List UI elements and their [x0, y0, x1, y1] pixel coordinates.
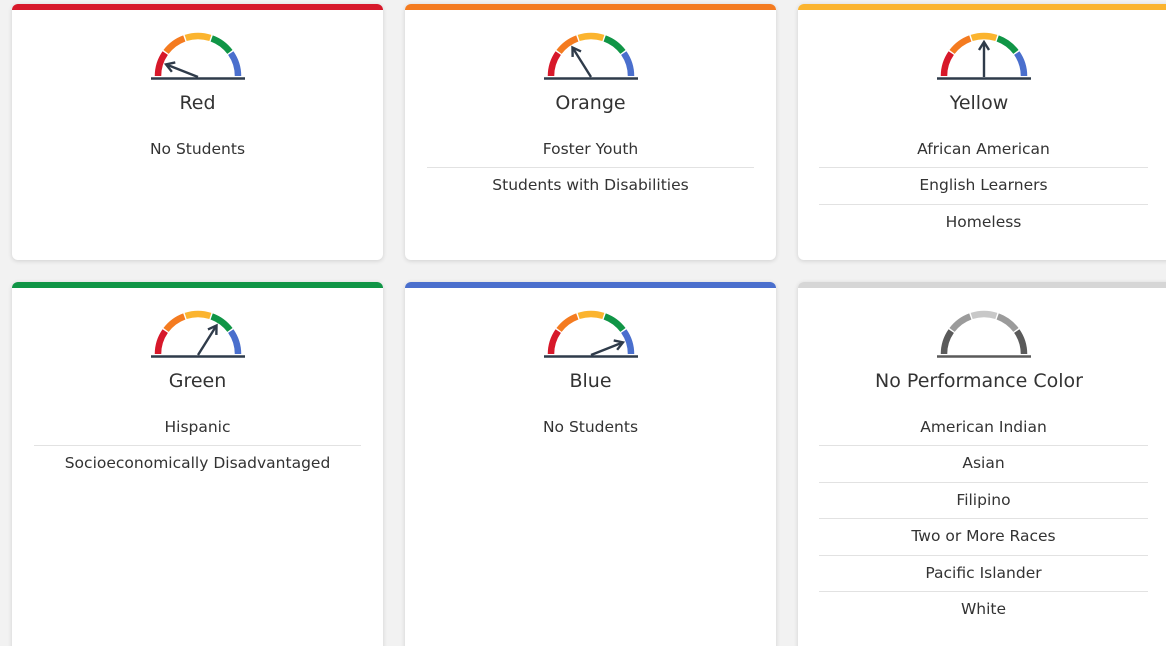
gauge-gray-icon: [934, 304, 1034, 360]
card-title: Blue: [569, 370, 612, 392]
card-red: Red No Students: [12, 4, 383, 260]
list-item: No Students: [542, 418, 639, 436]
list-item: Pacific Islander: [819, 556, 1148, 592]
list-item: Homeless: [945, 212, 1022, 231]
gauge-needle-blue-icon: [541, 304, 641, 360]
card-blue: Blue No Students: [405, 282, 776, 646]
list-item: Filipino: [819, 483, 1148, 520]
list-item: Two or More Races: [819, 519, 1148, 556]
list-item: Hispanic: [34, 410, 361, 447]
card-color-bar: [405, 4, 776, 10]
performance-color-grid: Red No Students Orange Foster Youth Stud…: [0, 0, 1166, 646]
gauge-needle-green-icon: [148, 304, 248, 360]
list-item: American Indian: [819, 410, 1148, 447]
card-color-bar: [12, 4, 383, 10]
list-item: English Learners: [819, 168, 1148, 205]
student-group-list: African American English Learners Homele…: [819, 132, 1148, 241]
list-item: Students with Disabilities: [492, 176, 689, 195]
card-title: Yellow: [949, 92, 1009, 114]
list-item: Socioeconomically Disadvantaged: [64, 454, 331, 473]
card-green: Green Hispanic Socioeconomically Disadva…: [12, 282, 383, 646]
card-title: Green: [168, 370, 227, 392]
card-color-bar: [798, 4, 1166, 10]
card-title: Red: [179, 92, 216, 114]
student-group-list: No Students: [34, 132, 361, 168]
card-color-bar: [12, 282, 383, 288]
card-orange: Orange Foster Youth Students with Disabi…: [405, 4, 776, 260]
card-color-bar: [405, 282, 776, 288]
gauge-needle-orange-icon: [541, 26, 641, 82]
list-item: Asian: [819, 446, 1148, 483]
gauge-needle-red-icon: [148, 26, 248, 82]
student-group-list: Hispanic Socioeconomically Disadvantaged: [34, 410, 361, 483]
list-item: White: [960, 599, 1007, 618]
list-item: African American: [819, 132, 1148, 169]
card-color-bar: [798, 282, 1166, 288]
card-title: Orange: [555, 92, 626, 114]
card-yellow: Yellow African American English Learners…: [798, 4, 1166, 260]
student-group-list: No Students: [427, 410, 754, 446]
student-group-list: American Indian Asian Filipino Two or Mo…: [819, 410, 1148, 628]
card-title: No Performance Color: [875, 370, 1083, 392]
list-item: Foster Youth: [427, 132, 754, 169]
student-group-list: Foster Youth Students with Disabilities: [427, 132, 754, 205]
list-item: No Students: [149, 140, 246, 158]
gauge-needle-yellow-icon: [934, 26, 1034, 82]
card-no-performance-color: No Performance Color American Indian Asi…: [798, 282, 1166, 646]
